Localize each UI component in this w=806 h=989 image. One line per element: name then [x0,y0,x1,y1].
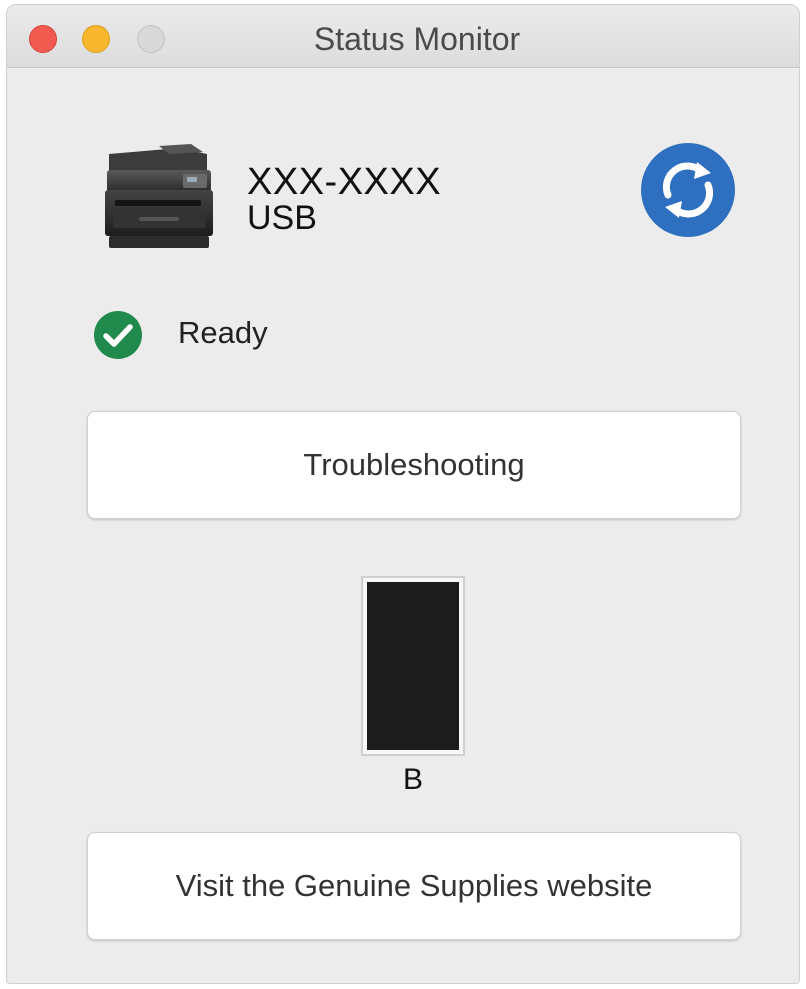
toner-label: B [402,763,423,796]
status-monitor-window: Status Monitor XXX-XXXX USB Ready Troubl… [6,4,800,984]
toner-level-indicator [361,576,465,756]
toner-track [367,582,459,750]
window-title: Status Monitor [313,21,521,57]
troubleshooting-button[interactable]: Troubleshooting [87,411,741,519]
printer-icon [105,144,213,248]
refresh-icon [662,162,714,218]
checkmark-icon [94,311,142,359]
status-text: Ready [178,315,268,350]
device-name: XXX-XXXX [247,161,442,203]
connection-type: USB [247,199,317,237]
title-bar[interactable]: Status Monitor [7,5,799,68]
refresh-button[interactable] [641,143,735,237]
toner-fill [367,582,459,750]
genuine-supplies-button[interactable]: Visit the Genuine Supplies website [87,832,741,940]
